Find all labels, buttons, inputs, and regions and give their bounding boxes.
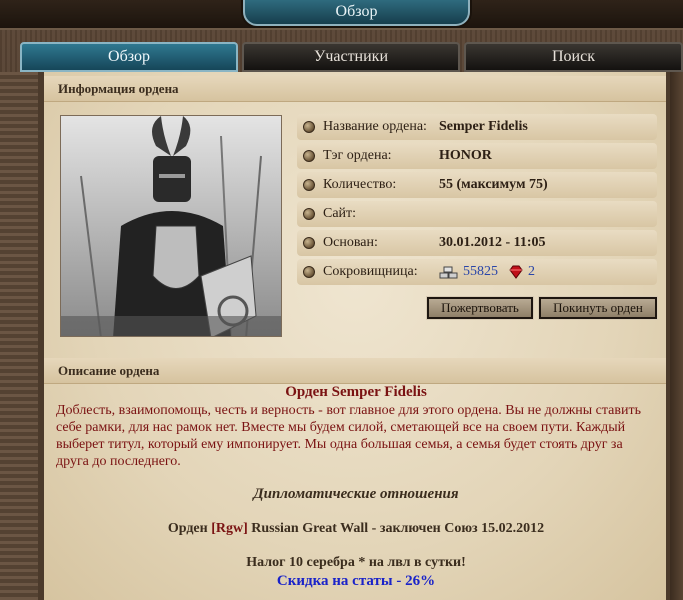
diplomacy-title: Дипломатические отношения [253, 486, 459, 502]
bullet-icon [303, 179, 315, 191]
alliance-line: Орден [Rgw] Russian Great Wall - заключе… [56, 521, 656, 537]
founded-value: 30.01.2012 - 11:05 [439, 235, 546, 250]
info-row-treasury: Сокровищница: 55825 2 [297, 259, 657, 285]
info-section-header: Информация ордена [44, 76, 666, 102]
gem-amount: 2 [528, 264, 535, 279]
description-text: Доблесть, взаимопомощь, честь и верность… [56, 403, 641, 469]
info-row-site: Сайт: [297, 201, 657, 227]
tax-line: Налог 10 серебра * на лвл в сутки! [246, 555, 466, 570]
tab-bar: Обзор Участники Поиск [20, 42, 683, 72]
order-panel: Информация ордена Название ордена: Sempe… [38, 72, 670, 600]
leave-order-button[interactable]: Покинуть орден [538, 296, 658, 320]
tab-search[interactable]: Поиск [464, 42, 683, 72]
bullet-icon [303, 121, 315, 133]
treasury-values: 55825 2 [439, 264, 535, 280]
row-label: Количество: [323, 177, 397, 192]
info-row-founded: Основан: 30.01.2012 - 11:05 [297, 230, 657, 256]
member-count-value: 55 (максимум 75) [439, 177, 548, 192]
window-title: Обзор [243, 0, 470, 26]
left-border [0, 72, 38, 600]
row-label: Сокровищница: [323, 264, 418, 279]
info-rows: Название ордена: Semper Fidelis Тэг орде… [297, 114, 657, 288]
row-label: Основан: [323, 235, 378, 250]
alliance-tag: [Rgw] [211, 521, 248, 536]
order-name-value: Semper Fidelis [439, 119, 528, 134]
info-row-tag: Тэг ордена: HONOR [297, 143, 657, 169]
alliance-details: Russian Great Wall - заключен Союз 15.02… [247, 521, 545, 536]
info-row-count: Количество: 55 (максимум 75) [297, 172, 657, 198]
order-tag-value: HONOR [439, 148, 492, 163]
bullet-icon [303, 237, 315, 249]
silver-amount: 55825 [463, 264, 498, 279]
bullet-icon [303, 266, 315, 278]
description-section-header: Описание ордена [44, 358, 666, 384]
discount-line: Скидка на статы - 26% [276, 573, 436, 589]
tab-members[interactable]: Участники [242, 42, 460, 72]
silver-bars-icon [439, 266, 458, 279]
right-border [670, 72, 683, 600]
bullet-icon [303, 150, 315, 162]
description-title: Орден Semper Fidelis [285, 384, 427, 400]
row-label: Тэг ордена: [323, 148, 392, 163]
knight-illustration [61, 116, 281, 336]
alliance-prefix: Орден [167, 521, 212, 536]
row-label: Название ордена: [323, 119, 427, 134]
top-bar: Обзор [0, 0, 683, 30]
row-label: Сайт: [323, 206, 357, 221]
order-emblem-image [60, 115, 282, 337]
donate-button[interactable]: Пожертвовать [426, 296, 534, 320]
order-description: Орден Semper Fidelis Доблесть, взаимопом… [56, 384, 656, 590]
info-row-name: Название ордена: Semper Fidelis [297, 114, 657, 140]
ruby-icon [509, 265, 523, 279]
bullet-icon [303, 208, 315, 220]
tab-overview[interactable]: Обзор [20, 42, 238, 72]
